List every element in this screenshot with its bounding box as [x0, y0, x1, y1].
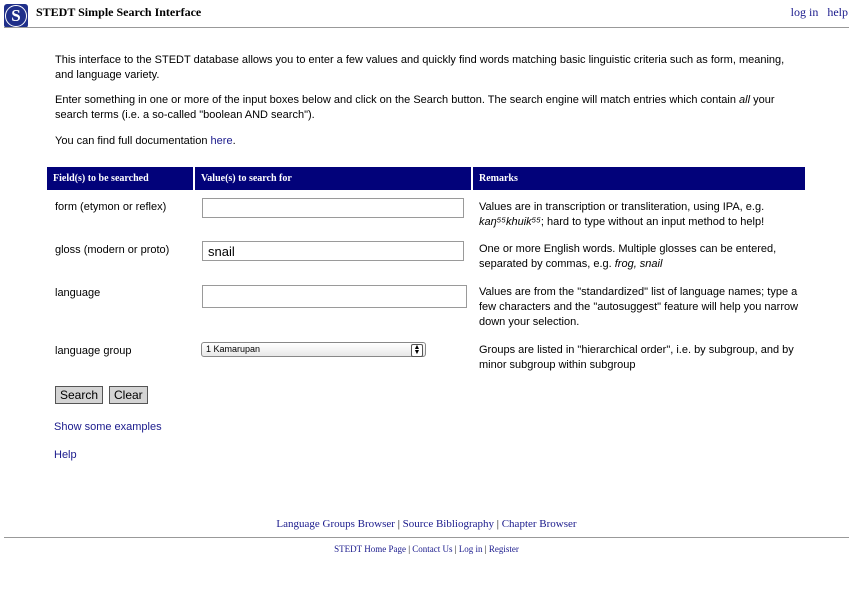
search-button[interactable]: Search [55, 386, 104, 404]
table-header: Field(s) to be searched Value(s) to sear… [47, 167, 805, 190]
intro-paragraph-3: You can find full documentation here. [55, 135, 236, 147]
stedt-logo: S [4, 4, 28, 28]
language-group-remark: Groups are listed in "hierarchical order… [479, 344, 794, 371]
select-arrows-icon: ▲ ▼ [411, 344, 423, 357]
language-group-select[interactable]: 1 Kamarupan ▲ ▼ [201, 342, 426, 357]
form-label: form (etymon or reflex) [55, 201, 167, 213]
language-group-label: language group [55, 345, 132, 357]
header-remarks: Remarks [479, 173, 518, 184]
header-divider [4, 27, 849, 28]
register-link[interactable]: Register [489, 544, 519, 554]
help-link[interactable]: help [827, 5, 848, 19]
header-fields: Field(s) to be searched [53, 173, 149, 184]
form-remark: Values are in transcription or translite… [479, 201, 765, 228]
login-link[interactable]: log in [791, 5, 819, 19]
stedt-home-link[interactable]: STEDT Home Page [334, 544, 406, 554]
help-bottom-link[interactable]: Help [54, 449, 77, 461]
footer-divider [4, 537, 849, 538]
header-separator [193, 167, 195, 190]
intro-paragraph-1: This interface to the STEDT database all… [55, 54, 785, 81]
gloss-remark: One or more English words. Multiple glos… [479, 243, 777, 270]
top-links: log in help [785, 5, 848, 20]
footer-primary-links: Language Groups Browser | Source Bibliog… [276, 518, 577, 530]
contact-us-link[interactable]: Contact Us [412, 544, 452, 554]
language-label: language [55, 287, 101, 299]
header-values: Value(s) to search for [201, 173, 292, 184]
clear-button[interactable]: Clear [109, 386, 148, 404]
log-in-link[interactable]: Log in [459, 544, 483, 554]
header-separator [471, 167, 473, 190]
intro-paragraph-2: Enter something in one or more of the in… [55, 94, 775, 121]
gloss-label: gloss (modern or proto) [55, 244, 170, 256]
language-input[interactable] [202, 285, 467, 308]
footer-secondary-links: STEDT Home Page | Contact Us | Log in | … [334, 544, 519, 554]
source-bibliography-link[interactable]: Source Bibliography [403, 518, 494, 530]
show-examples-link[interactable]: Show some examples [54, 421, 162, 433]
documentation-link[interactable]: here [211, 135, 233, 147]
language-remark: Values are from the "standardized" list … [479, 286, 799, 328]
gloss-input[interactable] [202, 241, 464, 261]
language-group-selected: 1 Kamarupan [206, 344, 261, 354]
form-input[interactable] [202, 198, 464, 218]
page-title: STEDT Simple Search Interface [36, 5, 202, 19]
language-groups-browser-link[interactable]: Language Groups Browser [276, 518, 395, 530]
chapter-browser-link[interactable]: Chapter Browser [502, 518, 577, 530]
